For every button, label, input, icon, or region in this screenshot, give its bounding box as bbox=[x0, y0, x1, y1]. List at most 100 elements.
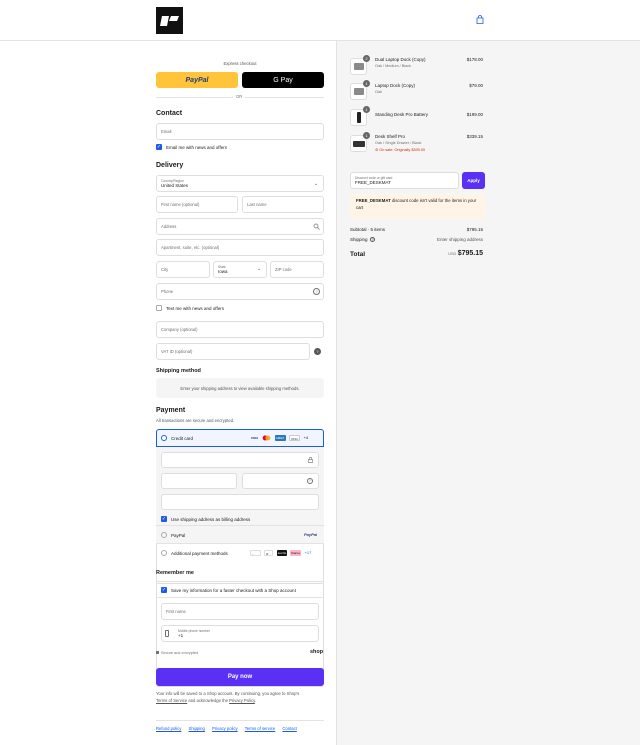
shipping-message: Enter your shipping address to view avai… bbox=[156, 378, 324, 398]
paypal-option-label[interactable]: PayPal bbox=[171, 533, 185, 538]
total-value: USD $795.15 bbox=[448, 250, 483, 257]
email-field[interactable]: Email bbox=[156, 123, 324, 140]
pay-now-button[interactable]: Pay now bbox=[156, 668, 324, 686]
total-label: Total bbox=[350, 251, 366, 258]
subtotal-value: $795.15 bbox=[466, 227, 483, 232]
card-more-badge: +4 bbox=[303, 435, 309, 441]
lock-icon bbox=[156, 651, 159, 654]
sale-note: ⊘ On sale: Originally $399.00 bbox=[375, 148, 426, 152]
product-name: Laptop Dock (Copy) bbox=[375, 83, 416, 88]
product-name: Standing Desk Pro Battery bbox=[375, 112, 429, 117]
credit-card-radio[interactable] bbox=[161, 435, 167, 441]
product-price: $339.15 bbox=[466, 134, 483, 139]
klarna-icon: Klarna bbox=[290, 550, 302, 556]
paypal-express-button[interactable]: PayPal bbox=[156, 72, 238, 88]
card-brands: VISA AMEX DISC +4 bbox=[248, 435, 308, 441]
shipping-link[interactable]: Shipping bbox=[189, 726, 205, 731]
divider bbox=[156, 720, 324, 721]
first-name-field[interactable]: First name (optional) bbox=[156, 196, 238, 213]
contact-link[interactable]: Contact bbox=[282, 726, 296, 731]
expiration-field[interactable] bbox=[161, 473, 237, 489]
visa-icon: VISA bbox=[251, 436, 259, 440]
card-number-field[interactable] bbox=[161, 452, 319, 468]
order-summary: 2 Dual Laptop Dock (Copy) Oak / Medium /… bbox=[336, 41, 640, 745]
text-news-checkbox[interactable] bbox=[156, 305, 162, 311]
store-logo[interactable] bbox=[156, 7, 183, 34]
additional-methods-radio[interactable] bbox=[161, 550, 167, 556]
paypal-radio[interactable] bbox=[161, 532, 167, 538]
help-icon[interactable]: ? bbox=[370, 237, 375, 242]
search-icon bbox=[313, 223, 320, 230]
lock-icon bbox=[308, 457, 313, 463]
name-on-card-field[interactable] bbox=[161, 494, 319, 510]
chevron-down-icon: ⌄ bbox=[257, 266, 262, 272]
shipping-label: Shipping bbox=[350, 237, 368, 242]
total-amount: $795.15 bbox=[457, 250, 483, 257]
product-variant: Oak bbox=[375, 90, 382, 94]
shipping-value: Enter shipping address bbox=[436, 237, 483, 242]
divider bbox=[156, 543, 324, 544]
phone-field[interactable]: Phone bbox=[156, 283, 324, 300]
sale-text: On sale: Originally $399.00 bbox=[379, 148, 426, 152]
product-price: $199.00 bbox=[466, 112, 483, 117]
help-icon[interactable]: ? bbox=[313, 288, 320, 295]
divider bbox=[156, 525, 324, 526]
shop-logo: shop bbox=[310, 649, 324, 655]
chevron-down-icon: ⌄ bbox=[314, 181, 319, 187]
subtotal-label: Subtotal · 5 items bbox=[350, 227, 386, 232]
save-info-checkbox[interactable]: ✓ bbox=[161, 587, 167, 593]
billing-address-label: Use shipping address as billing address bbox=[171, 516, 251, 522]
discount-value: FREE_DESKMAT bbox=[355, 180, 391, 185]
mobile-phone-field[interactable]: Mobile phone number +1 bbox=[161, 625, 319, 642]
address-field[interactable]: Address bbox=[156, 218, 324, 235]
save-info-label: Save my information for a faster checkou… bbox=[171, 587, 296, 593]
quantity-badge: 1 bbox=[363, 106, 370, 113]
product-thumbnail: 1 bbox=[350, 80, 370, 100]
billing-address-checkbox[interactable]: ✓ bbox=[161, 516, 167, 522]
quantity-badge: 2 bbox=[363, 55, 370, 62]
disclaimer-mid: and acknowledge the bbox=[188, 697, 228, 703]
email-news-checkbox[interactable]: ✓ bbox=[156, 144, 162, 150]
google-pay-button[interactable]: G Pay bbox=[242, 72, 324, 88]
product-variant: Oak / Single Drawer / Black bbox=[375, 141, 422, 145]
product-thumbnail: 1 bbox=[350, 132, 370, 152]
zip-field[interactable]: ZIP code bbox=[270, 261, 324, 278]
company-field[interactable]: Company (optional) bbox=[156, 321, 324, 338]
discover-icon: DISC bbox=[289, 435, 301, 441]
apply-button[interactable]: Apply bbox=[462, 172, 485, 189]
privacy-link[interactable]: Privacy Policy bbox=[229, 698, 255, 703]
terms-of-service-link[interactable]: Terms of service bbox=[245, 726, 275, 731]
disclaimer: Your info will be saved to a Shop accoun… bbox=[156, 691, 300, 703]
privacy-policy-link[interactable]: Privacy policy bbox=[212, 726, 238, 731]
refund-policy-link[interactable]: Refund policy bbox=[156, 726, 181, 731]
city-field[interactable]: City bbox=[156, 261, 210, 278]
vat-field[interactable]: VAT ID (optional) bbox=[156, 343, 310, 360]
shipping-heading: Shipping method bbox=[156, 368, 201, 374]
express-checkout-label: Express checkout bbox=[223, 61, 257, 66]
shop-first-name-field[interactable]: First name bbox=[161, 603, 319, 620]
phone-icon bbox=[165, 630, 169, 637]
apartment-field[interactable]: Apartment, suite, etc. (optional) bbox=[156, 239, 324, 256]
mobile-value: +1 bbox=[178, 633, 184, 638]
country-select[interactable]: Country/Region United States bbox=[156, 175, 324, 192]
paypal-logo-icon: PayPal bbox=[304, 532, 318, 537]
email-news-label: Email me with news and offers bbox=[166, 144, 227, 150]
credit-card-label: Credit card bbox=[171, 435, 194, 441]
text-news-label: Text me with news and offers bbox=[166, 305, 224, 311]
discount-field[interactable]: Discount code or gift card FREE_DESKMAT bbox=[350, 172, 459, 189]
amex-icon: AMEX bbox=[274, 435, 286, 441]
divider bbox=[156, 597, 324, 598]
additional-more-badge: +17 bbox=[304, 550, 312, 556]
secure-note: All transactions are secure and encrypte… bbox=[156, 418, 235, 423]
cart-icon[interactable] bbox=[476, 15, 484, 24]
terms-link[interactable]: Terms of Service bbox=[156, 698, 187, 703]
product-thumbnail: 2 bbox=[350, 55, 370, 75]
currency-code: USD bbox=[448, 252, 457, 256]
help-icon[interactable]: ? bbox=[307, 478, 313, 484]
last-name-field[interactable]: Last name bbox=[242, 196, 324, 213]
help-icon[interactable]: ? bbox=[314, 348, 321, 355]
footer-links: Refund policy Shipping Privacy policy Te… bbox=[156, 726, 297, 731]
additional-methods-label[interactable]: Additional payment methods bbox=[171, 551, 228, 556]
mastercard-icon bbox=[262, 435, 271, 441]
or-label: OR bbox=[233, 94, 246, 99]
